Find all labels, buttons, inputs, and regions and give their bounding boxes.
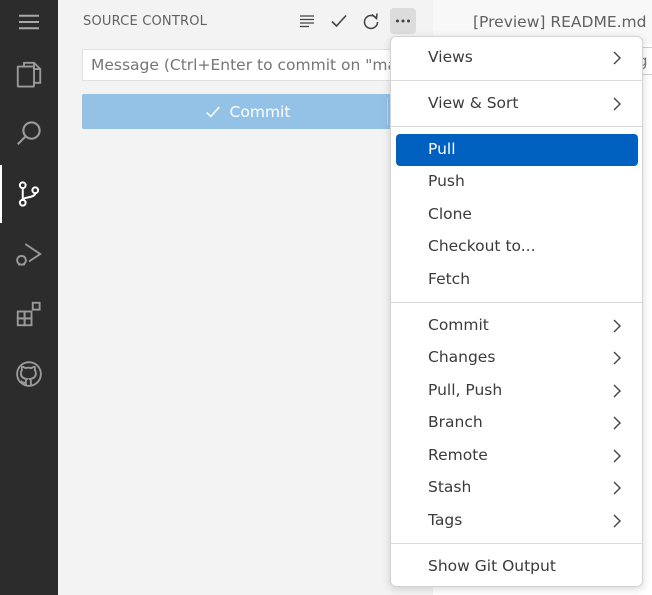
chevron-right-icon bbox=[613, 416, 621, 430]
menu-item-label: Remote bbox=[428, 446, 488, 464]
run-debug-icon[interactable] bbox=[0, 225, 58, 283]
menu-item-label: View & Sort bbox=[428, 94, 519, 112]
menu-item-pull[interactable]: Pull bbox=[396, 134, 638, 166]
activity-bar bbox=[0, 0, 58, 595]
menu-separator bbox=[391, 80, 642, 81]
explorer-icon[interactable] bbox=[0, 45, 58, 103]
menu-item-view-sort[interactable]: View & Sort bbox=[396, 88, 638, 120]
chevron-right-icon bbox=[613, 514, 621, 528]
menu-item-views[interactable]: Views bbox=[396, 42, 638, 74]
menu-item-tags[interactable]: Tags bbox=[396, 505, 638, 537]
menu-item-remote[interactable]: Remote bbox=[396, 440, 638, 472]
menu-item-commit[interactable]: Commit bbox=[396, 310, 638, 342]
chevron-right-icon bbox=[613, 97, 621, 111]
more-actions-icon[interactable] bbox=[390, 8, 416, 34]
check-icon bbox=[205, 106, 220, 118]
commit-button[interactable]: Commit bbox=[82, 94, 412, 129]
chevron-right-icon bbox=[613, 319, 621, 333]
menu-item-changes[interactable]: Changes bbox=[396, 342, 638, 374]
source-control-panel: SOURCE CONTROL Message (Ctrl+Enter to co… bbox=[58, 0, 433, 595]
chevron-right-icon bbox=[613, 449, 621, 463]
more-actions-menu: Views View & Sort Pull Push Clone Checko… bbox=[390, 36, 643, 587]
commit-button-divider bbox=[387, 98, 388, 125]
search-icon[interactable] bbox=[0, 104, 58, 162]
menu-item-pull-push[interactable]: Pull, Push bbox=[396, 375, 638, 407]
extensions-icon[interactable] bbox=[0, 285, 58, 343]
menu-item-label: Commit bbox=[428, 316, 489, 334]
menu-item-label: Changes bbox=[428, 348, 496, 366]
menu-item-show-git-output[interactable]: Show Git Output bbox=[396, 551, 638, 583]
menu-item-label: Show Git Output bbox=[428, 557, 556, 575]
menu-separator bbox=[391, 302, 642, 303]
menu-item-label: Fetch bbox=[428, 270, 471, 288]
menu-item-label: Pull, Push bbox=[428, 381, 503, 399]
commit-check-icon[interactable] bbox=[326, 8, 352, 34]
chevron-right-icon bbox=[613, 384, 621, 398]
menu-item-label: Checkout to... bbox=[428, 237, 536, 255]
refresh-icon[interactable] bbox=[358, 8, 384, 34]
menu-item-clone[interactable]: Clone bbox=[396, 199, 638, 231]
chevron-right-icon bbox=[613, 481, 621, 495]
menu-item-label: Pull bbox=[428, 140, 456, 158]
menu-item-label: Branch bbox=[428, 413, 483, 431]
github-icon[interactable] bbox=[0, 345, 58, 403]
menu-item-branch[interactable]: Branch bbox=[396, 407, 638, 439]
commit-message-input[interactable]: Message (Ctrl+Enter to commit on "maste bbox=[82, 49, 412, 81]
chevron-right-icon bbox=[613, 351, 621, 365]
menu-separator bbox=[391, 543, 642, 544]
menu-separator bbox=[391, 126, 642, 127]
menu-item-label: Stash bbox=[428, 478, 472, 496]
commit-button-label: Commit bbox=[229, 102, 291, 121]
source-control-icon[interactable] bbox=[0, 165, 58, 223]
panel-title: SOURCE CONTROL bbox=[83, 14, 208, 29]
menu-item-label: Push bbox=[428, 172, 465, 190]
menu-item-fetch[interactable]: Fetch bbox=[396, 264, 638, 296]
menu-item-stash[interactable]: Stash bbox=[396, 472, 638, 504]
menu-item-label: Clone bbox=[428, 205, 472, 223]
menu-item-push[interactable]: Push bbox=[396, 166, 638, 198]
tab-readme-preview[interactable]: [Preview] README.md bbox=[473, 13, 647, 31]
menu-item-label: Views bbox=[428, 48, 473, 66]
menu-icon[interactable] bbox=[0, 0, 58, 44]
chevron-right-icon bbox=[613, 51, 621, 65]
menu-item-checkout-to[interactable]: Checkout to... bbox=[396, 231, 638, 263]
menu-item-label: Tags bbox=[428, 511, 463, 529]
view-as-list-icon[interactable] bbox=[294, 8, 320, 34]
